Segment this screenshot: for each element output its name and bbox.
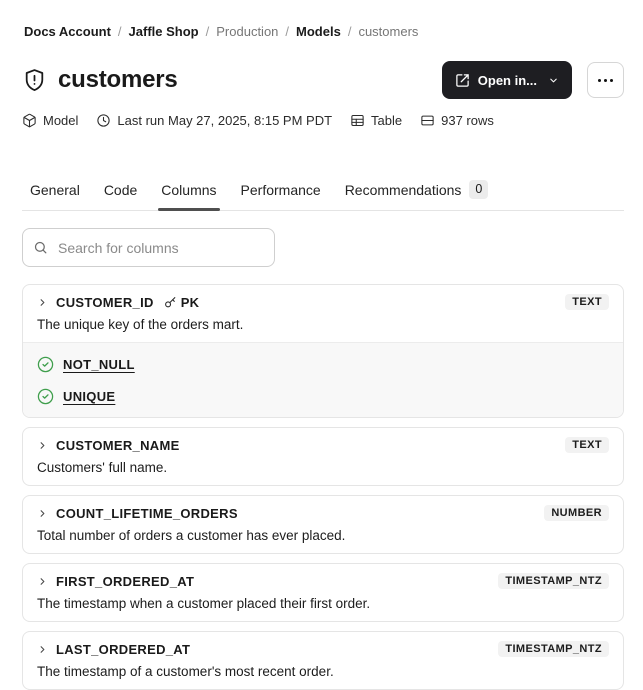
model-icon: [22, 113, 37, 128]
column-card: CUSTOMER_NAME TEXT Customers' full name.: [22, 427, 624, 486]
tab-count-badge: 0: [469, 180, 489, 199]
check-circle-icon: [37, 356, 54, 373]
title-row: customers Open in...: [22, 61, 624, 99]
external-link-icon: [455, 73, 470, 88]
column-name: CUSTOMER_ID: [56, 294, 154, 310]
breadcrumb-item-models[interactable]: Models: [296, 24, 341, 40]
column-description: Total number of orders a customer has ev…: [37, 528, 346, 543]
search-icon: [33, 240, 48, 255]
breadcrumb-separator: /: [347, 24, 352, 39]
tab-columns[interactable]: Columns: [158, 180, 220, 211]
title-actions: Open in...: [441, 61, 624, 99]
column-header[interactable]: CUSTOMER_NAME TEXT: [37, 436, 609, 454]
tab-label: Recommendations: [344, 181, 462, 198]
tab-bar: General Code Columns Performance Recomme…: [22, 180, 624, 211]
column-list: CUSTOMER_ID PK TEXT The unique key of th…: [22, 284, 624, 690]
model-page: Docs Account / Jaffle Shop / Production / Mode…: [0, 0, 643, 690]
open-in-button[interactable]: Open in...: [441, 61, 572, 99]
meta-item: Table: [350, 113, 402, 128]
key-icon: [164, 296, 177, 309]
column-header[interactable]: FIRST_ORDERED_AT TIMESTAMP_NTZ: [37, 572, 609, 590]
rows-icon: [420, 113, 435, 128]
column-type-badge: TEXT: [565, 294, 609, 310]
column-name: LAST_ORDERED_AT: [56, 641, 191, 657]
breadcrumb-separator: /: [117, 24, 122, 39]
column-card: LAST_ORDERED_AT TIMESTAMP_NTZ The timest…: [22, 631, 624, 690]
meta-label: 937 rows: [441, 113, 494, 128]
search-input[interactable]: [56, 238, 264, 257]
breadcrumb-separator: /: [205, 24, 210, 39]
column-description: Customers' full name.: [37, 460, 168, 475]
shield-alert-icon: [22, 68, 47, 93]
tab-label: Performance: [240, 181, 321, 198]
title-group: customers: [22, 65, 178, 95]
breadcrumb-item-production[interactable]: Production: [216, 24, 278, 40]
clock-icon: [96, 113, 111, 128]
open-in-label: Open in...: [477, 72, 537, 88]
column-header[interactable]: LAST_ORDERED_AT TIMESTAMP_NTZ: [37, 640, 609, 658]
breadcrumb: Docs Account / Jaffle Shop / Production / Mode…: [22, 24, 624, 40]
column-card: FIRST_ORDERED_AT TIMESTAMP_NTZ The times…: [22, 563, 624, 622]
more-options-button[interactable]: [587, 62, 624, 98]
chevron-right-icon: [37, 576, 48, 587]
column-description: The unique key of the orders mart.: [37, 317, 244, 332]
chevron-right-icon: [37, 508, 48, 519]
tab-general[interactable]: General: [30, 180, 80, 210]
test-link[interactable]: NOT_NULL: [63, 357, 135, 372]
column-type-badge: TIMESTAMP_NTZ: [498, 641, 609, 657]
breadcrumb-item-docs-account[interactable]: Docs Account: [24, 24, 111, 40]
tab-label: General: [30, 181, 80, 198]
meta-label: Model: [43, 113, 79, 128]
test-row: NOT_NULL: [37, 348, 609, 380]
column-card: COUNT_LIFETIME_ORDERS NUMBER Total numbe…: [22, 495, 624, 554]
meta-label: Last run May 27, 2025, 8:15 PM PDT: [117, 113, 333, 128]
column-type-badge: NUMBER: [544, 505, 609, 521]
tab-performance[interactable]: Performance: [241, 180, 321, 210]
breadcrumb-item-customers[interactable]: customers: [358, 24, 418, 40]
tab-recommendations[interactable]: Recommendations 0: [345, 180, 489, 210]
page-title: customers: [58, 66, 178, 93]
column-name: CUSTOMER_NAME: [56, 437, 180, 453]
meta-label: Table: [371, 113, 403, 128]
chevron-right-icon: [37, 297, 48, 308]
tab-label: Columns: [161, 181, 217, 198]
tab-code[interactable]: Code: [104, 180, 137, 210]
meta-item: 937 rows: [420, 113, 494, 128]
table-icon: [350, 113, 365, 128]
ellipsis-icon: [598, 78, 613, 82]
chevron-down-icon: [548, 75, 559, 86]
breadcrumb-separator: /: [285, 24, 290, 39]
test-link[interactable]: UNIQUE: [63, 389, 115, 404]
tab-label: Code: [103, 181, 138, 198]
breadcrumb-item-jaffle-shop[interactable]: Jaffle Shop: [129, 24, 199, 40]
column-header[interactable]: CUSTOMER_ID PK TEXT: [37, 293, 609, 311]
pk-label: PK: [180, 294, 200, 310]
column-search: [22, 228, 275, 267]
column-type-badge: TIMESTAMP_NTZ: [498, 573, 609, 589]
column-tests: NOT_NULL UNIQUE: [23, 342, 623, 417]
column-card: CUSTOMER_ID PK TEXT The unique key of th…: [22, 284, 624, 418]
column-description: The timestamp when a customer placed the…: [37, 596, 371, 611]
check-circle-icon: [37, 388, 54, 405]
meta-item: Model: [22, 113, 78, 128]
meta-item: Last run May 27, 2025, 8:15 PM PDT: [96, 113, 332, 128]
column-name: COUNT_LIFETIME_ORDERS: [56, 505, 238, 521]
column-header[interactable]: COUNT_LIFETIME_ORDERS NUMBER: [37, 504, 609, 522]
column-description: The timestamp of a customer's most recen…: [37, 664, 334, 679]
test-row: UNIQUE: [37, 380, 609, 412]
chevron-right-icon: [37, 644, 48, 655]
chevron-right-icon: [37, 440, 48, 451]
primary-key-indicator: PK: [164, 295, 200, 310]
meta-row: Model Last run May 27, 2025, 8:15 PM PDT…: [22, 113, 624, 128]
column-name: FIRST_ORDERED_AT: [56, 573, 195, 589]
column-type-badge: TEXT: [565, 437, 609, 453]
